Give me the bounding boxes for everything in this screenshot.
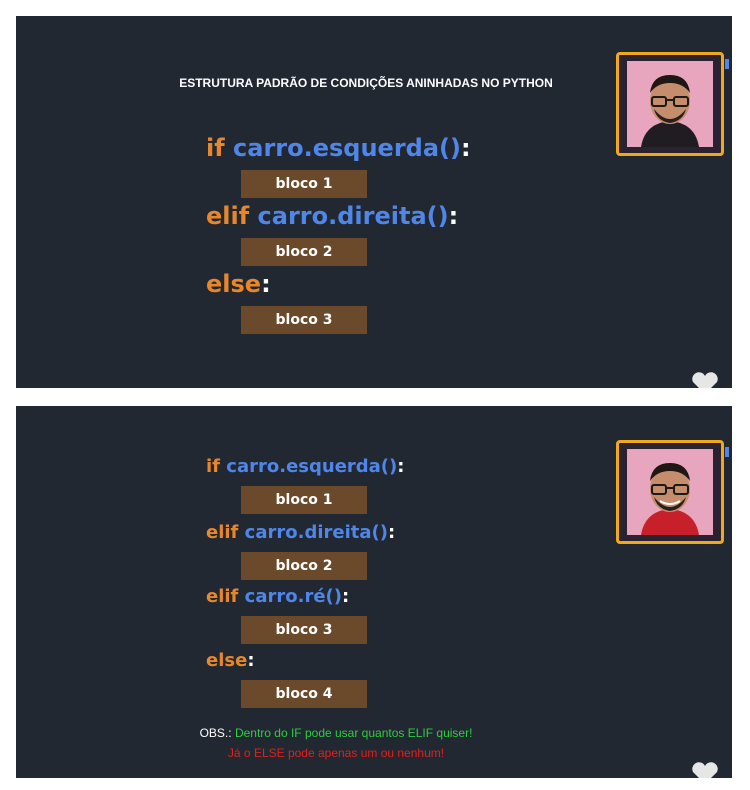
webcam-thumbnail — [616, 52, 729, 156]
keyword-elif: elif — [206, 522, 239, 543]
obs-note-line-1: OBS.: Dentro do IF pode usar quantos ELI… — [16, 726, 656, 740]
code-block-2: bloco 2 — [241, 552, 367, 580]
keyword-if: if — [206, 134, 225, 162]
code-line-if: if carro.esquerda(): — [206, 456, 404, 477]
code-block-4: bloco 4 — [241, 680, 367, 708]
obs-label: OBS.: — [199, 726, 232, 740]
colon: : — [460, 134, 471, 162]
colon: : — [387, 522, 396, 543]
keyword-if: if — [206, 456, 221, 477]
code-line-elif: elif carro.direita(): — [206, 202, 458, 230]
condition-expr: carro.esquerda() — [226, 456, 398, 477]
code-block-2: bloco 2 — [241, 238, 367, 266]
webcam-accent — [725, 447, 729, 457]
keyword-else: else — [206, 650, 248, 671]
condition-expr: carro.direita() — [244, 522, 388, 543]
webcam-accent — [725, 59, 729, 69]
colon: : — [448, 202, 459, 230]
obs-green-text: Dentro do IF pode usar quantos ELIF quis… — [234, 726, 473, 740]
keyword-else: else — [206, 270, 262, 298]
colon: : — [247, 650, 255, 671]
heart-icon — [692, 762, 718, 778]
code-block-1: bloco 1 — [241, 486, 367, 514]
keyword-elif: elif — [206, 202, 250, 230]
slide-title: ESTRUTURA PADRÃO DE CONDIÇÕES ANINHADAS … — [179, 76, 553, 90]
code-block-3: bloco 3 — [241, 306, 367, 334]
presenter-icon — [627, 449, 713, 535]
colon: : — [341, 586, 350, 607]
condition-expr: carro.ré() — [244, 586, 342, 607]
obs-red-text: Já o ELSE pode apenas um ou nenhum! — [227, 746, 445, 760]
code-block-3: bloco 3 — [241, 616, 367, 644]
code-block-1: bloco 1 — [241, 170, 367, 198]
presenter-icon — [627, 61, 713, 147]
code-line-if: if carro.esquerda(): — [206, 134, 471, 162]
webcam-thumbnail — [616, 440, 729, 544]
presenter-video — [627, 449, 713, 535]
slide-1: ESTRUTURA PADRÃO DE CONDIÇÕES ANINHADAS … — [16, 16, 732, 388]
code-line-elif: elif carro.direita(): — [206, 522, 395, 543]
presenter-video — [627, 61, 713, 147]
code-line-elif-2: elif carro.ré(): — [206, 586, 349, 607]
keyword-elif: elif — [206, 586, 239, 607]
code-line-else: else: — [206, 270, 271, 298]
condition-expr: carro.esquerda() — [233, 134, 461, 162]
colon: : — [397, 456, 405, 477]
slide-2: if carro.esquerda(): bloco 1 elif carro.… — [16, 406, 732, 778]
heart-icon — [692, 372, 718, 388]
code-line-else: else: — [206, 650, 255, 671]
colon: : — [261, 270, 271, 298]
condition-expr: carro.direita() — [257, 202, 449, 230]
